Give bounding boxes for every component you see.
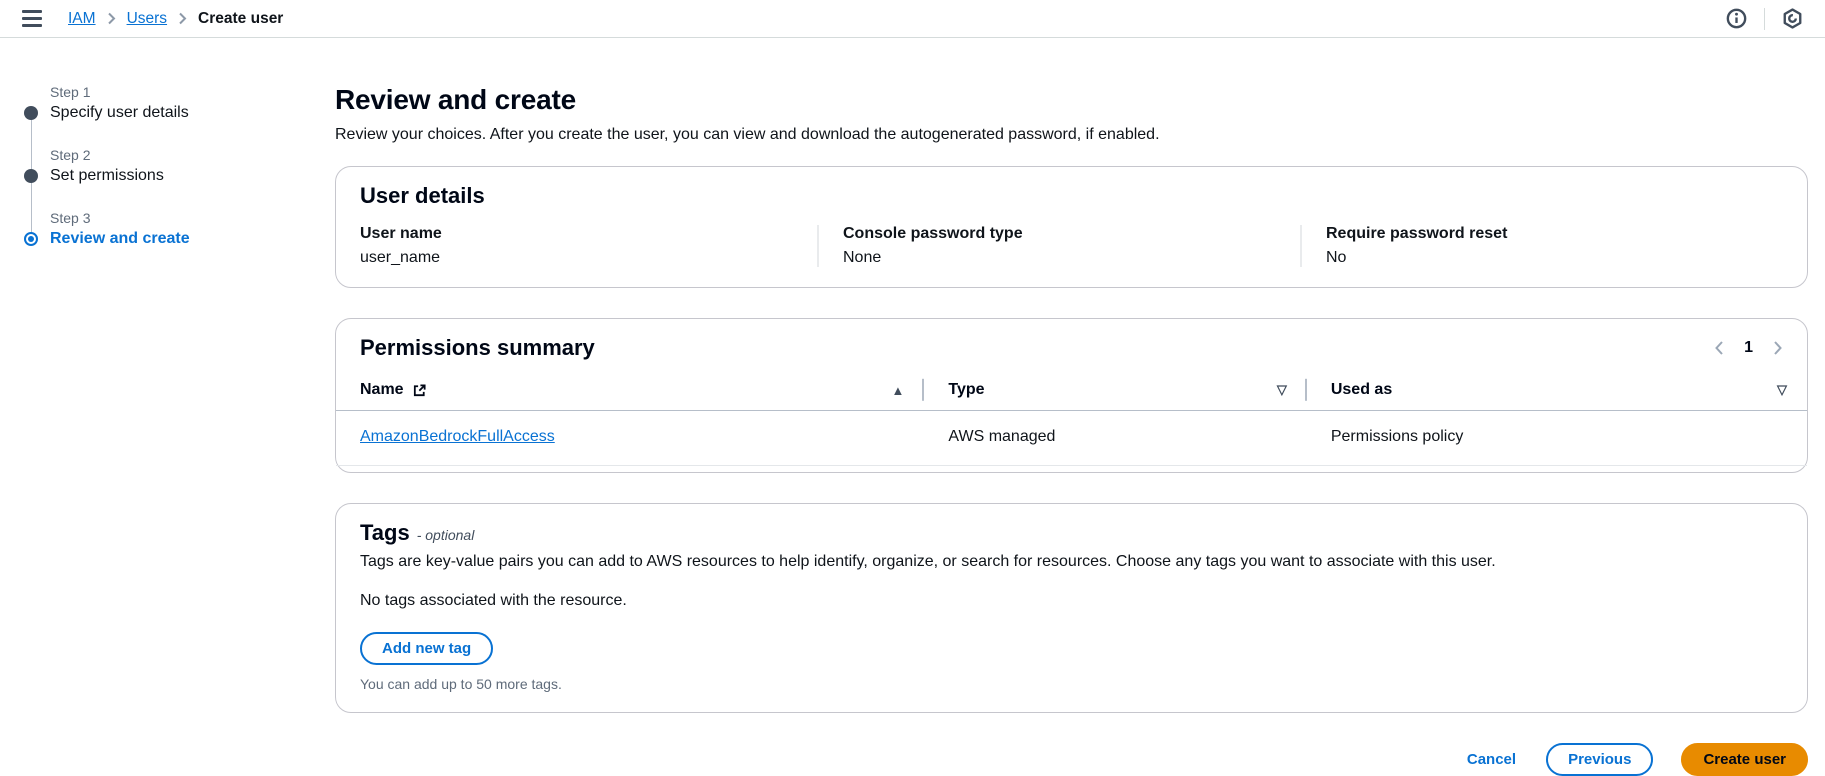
field-label: Require password reset	[1326, 225, 1508, 242]
tags-card: Tags - optional Tags are key-value pairs…	[335, 503, 1808, 713]
user-details-title: User details	[360, 183, 485, 208]
main-content: Review and create Review your choices. A…	[335, 38, 1825, 776]
field-value: None	[843, 249, 882, 266]
info-icon[interactable]	[1726, 8, 1747, 29]
breadcrumb-users-link[interactable]: Users	[127, 10, 167, 28]
column-label: Type	[948, 381, 985, 398]
column-header-type[interactable]: Type ▽	[924, 373, 1307, 411]
user-details-card: User details User name user_name Console…	[335, 166, 1808, 288]
wizard-steps-sidebar: Step 1 Specify user details Step 2 Set p…	[0, 38, 335, 776]
hamburger-menu-icon[interactable]	[22, 10, 42, 27]
tags-description: Tags are key-value pairs you can add to …	[360, 553, 1496, 570]
column-label: Name	[360, 381, 404, 398]
wizard-actions: Cancel Previous Create user	[335, 743, 1808, 776]
step-number-label: Step 3	[50, 210, 91, 226]
step-3-review-and-create: Step 3 Review and create	[24, 208, 335, 250]
chevron-right-icon	[178, 12, 187, 25]
sort-ascending-icon: ▲	[891, 382, 905, 398]
external-link-icon	[412, 383, 427, 398]
step-active-bullet-icon	[24, 232, 38, 246]
table-row: AmazonBedrockFullAccess AWS managed Perm…	[336, 410, 1807, 466]
field-value: user_name	[360, 249, 441, 266]
field-console-password-type: Console password type None	[817, 225, 1300, 267]
page-description: Review your choices. After you create th…	[335, 126, 1160, 143]
step-completed-bullet-icon	[24, 106, 38, 120]
policy-used-as-cell: Permissions policy	[1306, 410, 1807, 466]
step-title: Review and create	[50, 230, 190, 247]
field-user-name: User name user_name	[360, 225, 817, 267]
top-navigation-bar: IAM Users Create user	[0, 0, 1825, 38]
column-label: Used as	[1330, 381, 1393, 398]
step-number-label: Step 1	[50, 84, 91, 100]
pagination-previous-icon[interactable]	[1714, 340, 1724, 356]
permissions-table: Name ▲ Type ▽ Used as ▽ AmazonBedrockFul…	[336, 373, 1807, 466]
permissions-summary-title: Permissions summary	[360, 335, 595, 360]
pagination-next-icon[interactable]	[1773, 340, 1783, 356]
add-new-tag-button[interactable]: Add new tag	[360, 632, 494, 665]
breadcrumb-iam-link[interactable]: IAM	[68, 10, 96, 28]
pagination-current-page[interactable]: 1	[1744, 339, 1753, 357]
step-1-specify-user-details[interactable]: Step 1 Specify user details	[24, 82, 335, 124]
create-user-button[interactable]: Create user	[1681, 743, 1808, 776]
chevron-right-icon	[107, 12, 116, 25]
step-title[interactable]: Specify user details	[50, 102, 335, 124]
sort-icon: ▽	[1276, 382, 1287, 397]
policy-type-cell: AWS managed	[924, 410, 1307, 466]
permissions-summary-card: Permissions summary 1 Name ▲ Type ▽ Used…	[335, 318, 1808, 473]
tags-limit-note: You can add up to 50 more tags.	[360, 676, 562, 692]
topbar-divider	[1764, 7, 1765, 30]
pagination: 1	[1714, 339, 1783, 357]
field-label: Console password type	[843, 225, 1023, 242]
field-label: User name	[360, 225, 442, 242]
column-header-used-as[interactable]: Used as ▽	[1306, 373, 1807, 411]
step-number-label: Step 2	[50, 147, 91, 163]
step-completed-bullet-icon	[24, 169, 38, 183]
sort-icon: ▽	[1777, 382, 1787, 397]
topbar-utilities	[1726, 7, 1803, 30]
breadcrumb: IAM Users Create user	[68, 10, 283, 28]
breadcrumb-current-page: Create user	[198, 9, 284, 27]
previous-button[interactable]: Previous	[1546, 743, 1654, 776]
cancel-button[interactable]: Cancel	[1465, 745, 1518, 774]
field-require-password-reset: Require password reset No	[1300, 225, 1783, 267]
field-value: No	[1326, 249, 1347, 266]
tags-title: Tags	[360, 520, 410, 545]
page-title: Review and create	[335, 84, 576, 115]
column-header-name[interactable]: Name ▲	[336, 373, 925, 411]
tags-optional-label: - optional	[416, 527, 475, 543]
policy-link-amazonbedrockfullaccess[interactable]: AmazonBedrockFullAccess	[360, 428, 555, 445]
tags-empty-message: No tags associated with the resource.	[360, 592, 627, 609]
settings-gear-icon[interactable]	[1782, 8, 1803, 29]
step-title[interactable]: Set permissions	[50, 165, 335, 187]
step-2-set-permissions[interactable]: Step 2 Set permissions	[24, 145, 335, 187]
